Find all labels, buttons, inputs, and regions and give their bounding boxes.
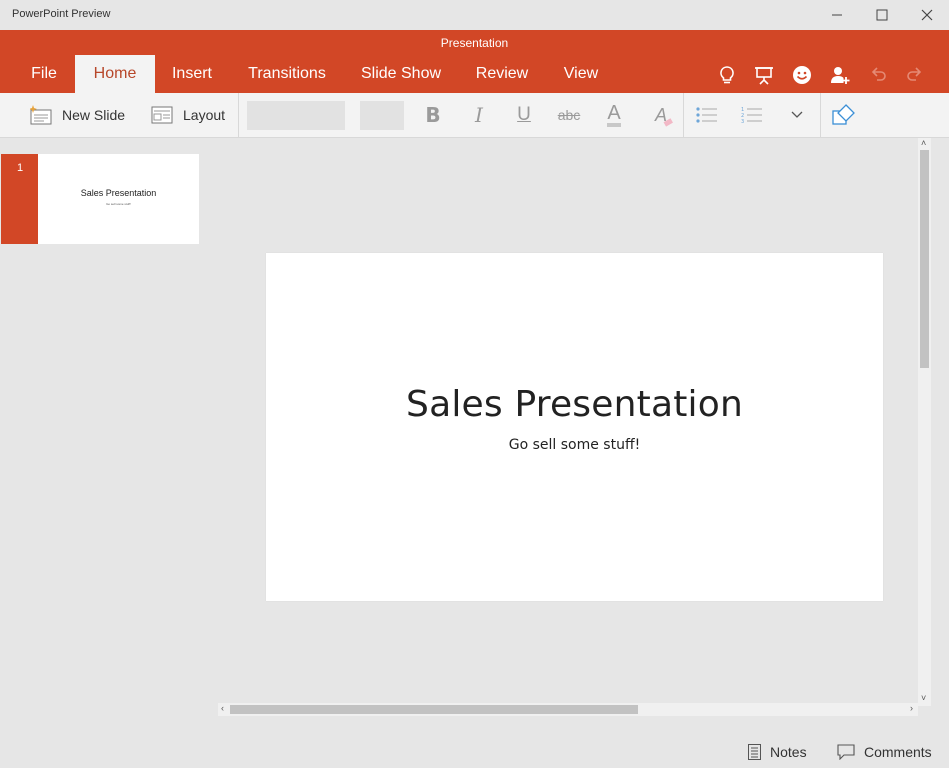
- minimize-button[interactable]: [814, 0, 859, 30]
- notes-button[interactable]: Notes: [748, 738, 807, 766]
- thumbnail-subtitle: Go sell some stuff!: [106, 202, 131, 206]
- document-title: Presentation: [440, 36, 509, 50]
- underline-icon: U: [517, 104, 531, 125]
- share-button[interactable]: [828, 63, 852, 87]
- layout-button[interactable]: Layout: [151, 93, 225, 137]
- bullets-icon: [696, 107, 717, 123]
- close-button[interactable]: [904, 0, 949, 30]
- clear-format-button[interactable]: A: [643, 93, 679, 137]
- vertical-scrollbar[interactable]: ˄ ˅: [918, 138, 931, 706]
- font-color-icon: A: [607, 103, 621, 127]
- horizontal-scroll-thumb[interactable]: [230, 705, 638, 714]
- notes-icon: [748, 744, 761, 760]
- eraser-icon: [663, 118, 673, 127]
- notes-label: Notes: [770, 744, 807, 760]
- redo-button[interactable]: [903, 63, 927, 87]
- present-icon: [755, 67, 773, 85]
- tab-file[interactable]: File: [18, 55, 70, 93]
- tab-insert[interactable]: Insert: [160, 55, 224, 93]
- tab-view[interactable]: View: [552, 55, 610, 93]
- more-options-button[interactable]: [779, 93, 815, 137]
- comments-button[interactable]: Comments: [837, 738, 932, 766]
- shapes-icon: [832, 104, 855, 125]
- strikethrough-icon: abc: [557, 107, 581, 123]
- home-toolbar: New Slide Layout B I U abc A A 1 2 3: [0, 93, 949, 138]
- bold-icon: B: [425, 103, 441, 127]
- toolbar-divider: [820, 93, 821, 137]
- minimize-icon: [831, 14, 842, 16]
- undo-icon: [871, 67, 886, 81]
- comment-icon: [837, 744, 855, 760]
- feedback-button[interactable]: [790, 63, 814, 87]
- scroll-left-arrow-icon[interactable]: ‹: [221, 703, 224, 713]
- numbering-icon: 1 2 3: [741, 107, 762, 124]
- new-slide-button[interactable]: New Slide: [30, 93, 125, 137]
- present-button[interactable]: [752, 63, 776, 87]
- slide-title[interactable]: Sales Presentation: [266, 384, 883, 425]
- maximize-button[interactable]: [859, 0, 904, 30]
- tab-transitions[interactable]: Transitions: [238, 55, 336, 93]
- italic-button[interactable]: I: [461, 93, 497, 137]
- slide-canvas[interactable]: Sales Presentation Go sell some stuff!: [266, 253, 883, 601]
- font-color-button[interactable]: A: [596, 93, 632, 137]
- slide-thumbnail[interactable]: 1 Sales Presentation Go sell some stuff!: [1, 154, 199, 244]
- strikethrough-button[interactable]: abc: [551, 93, 587, 137]
- layout-label: Layout: [183, 107, 226, 123]
- undo-button[interactable]: [866, 63, 890, 87]
- comments-label: Comments: [864, 744, 932, 760]
- bullets-button[interactable]: [689, 93, 725, 137]
- toolbar-divider: [683, 93, 684, 137]
- tell-me-button[interactable]: [715, 63, 739, 87]
- lightbulb-icon: [720, 66, 734, 84]
- font-name-combo[interactable]: [247, 101, 345, 130]
- numbering-button[interactable]: 1 2 3: [734, 93, 770, 137]
- new-slide-icon: [30, 105, 52, 125]
- tab-slide-show[interactable]: Slide Show: [352, 55, 450, 93]
- more-chevron-icon: [791, 111, 803, 118]
- app-title: PowerPoint Preview: [12, 8, 111, 20]
- svg-text:3: 3: [741, 119, 744, 124]
- ribbon-header: Presentation File Home Insert Transition…: [0, 30, 949, 93]
- underline-button[interactable]: U: [506, 93, 542, 137]
- bold-button[interactable]: B: [415, 93, 451, 137]
- slide-subtitle[interactable]: Go sell some stuff!: [266, 437, 883, 453]
- window-title-bar: PowerPoint Preview: [0, 0, 949, 30]
- share-person-icon: [831, 67, 850, 84]
- new-slide-label: New Slide: [62, 107, 126, 123]
- scroll-up-arrow-icon[interactable]: ˄: [921, 138, 926, 148]
- font-size-combo[interactable]: [360, 101, 404, 130]
- toolbar-divider: [238, 93, 239, 137]
- thumbnail-title: Sales Presentation: [80, 188, 157, 198]
- tab-home[interactable]: Home: [75, 55, 155, 93]
- slide-number: 1: [1, 154, 38, 244]
- horizontal-scrollbar[interactable]: ‹ ›: [218, 703, 918, 716]
- shapes-button[interactable]: [826, 93, 862, 137]
- vertical-scroll-thumb[interactable]: [920, 150, 929, 368]
- layout-icon: [151, 106, 173, 124]
- maximize-icon: [876, 9, 887, 21]
- scroll-down-arrow-icon[interactable]: ˅: [921, 693, 926, 703]
- redo-icon: [907, 67, 922, 81]
- scroll-right-arrow-icon[interactable]: ›: [910, 703, 913, 713]
- thumbnail-preview: Sales Presentation Go sell some stuff!: [38, 154, 199, 244]
- tab-review[interactable]: Review: [466, 55, 538, 93]
- italic-icon: I: [475, 103, 483, 127]
- close-icon: [921, 9, 932, 21]
- smiley-icon: [793, 66, 811, 84]
